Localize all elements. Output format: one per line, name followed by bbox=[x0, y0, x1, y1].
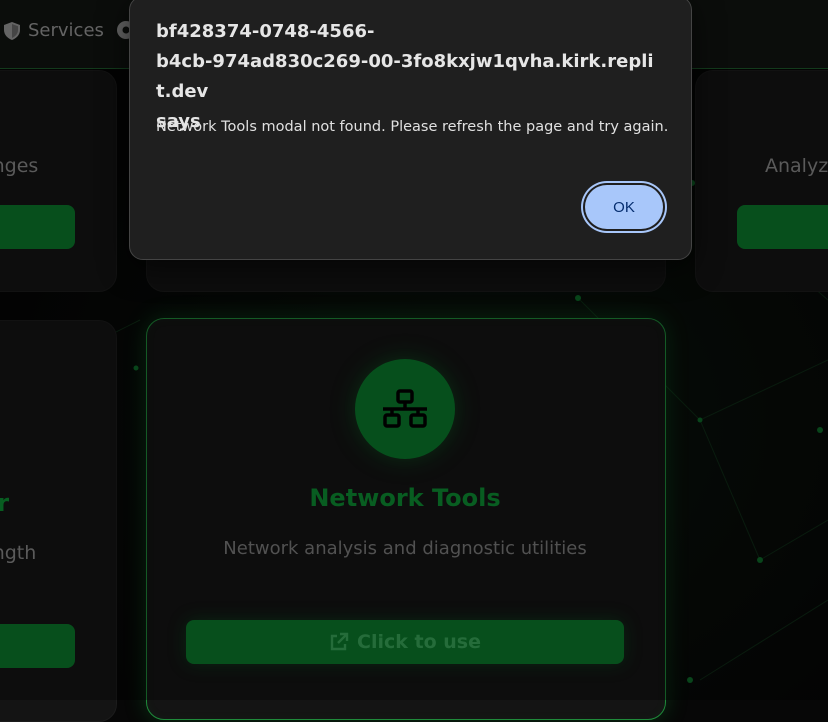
card-use-button[interactable] bbox=[0, 624, 75, 668]
card-use-button[interactable] bbox=[737, 205, 828, 249]
click-to-use-label: Click to use bbox=[357, 631, 481, 653]
card-description: Analyze bbox=[765, 155, 828, 177]
dialog-title-line: bf428374-0748-4566- bbox=[156, 21, 375, 42]
card-description: ength bbox=[0, 542, 37, 564]
dialog-title-line: b4cb-974ad830c269-00-3fo8kxjw1qvha.kirk.… bbox=[156, 51, 654, 102]
card-use-button[interactable] bbox=[0, 205, 75, 249]
tool-title: Network Tools bbox=[309, 484, 501, 512]
shield-icon bbox=[4, 21, 20, 40]
network-tools-icon-circle bbox=[355, 359, 455, 459]
click-to-use-button[interactable]: Click to use bbox=[186, 620, 624, 664]
card-title: er bbox=[0, 489, 10, 517]
network-icon bbox=[383, 389, 427, 428]
tool-description: Network analysis and diagnostic utilitie… bbox=[223, 538, 587, 559]
nav-link-label: Services bbox=[28, 20, 104, 41]
dialog-message: Network Tools modal not found. Please re… bbox=[156, 119, 669, 135]
tool-card-left-bottom: er ength bbox=[0, 320, 117, 722]
ok-button[interactable]: OK bbox=[585, 185, 663, 229]
external-link-icon bbox=[330, 632, 349, 651]
alert-dialog: bf428374-0748-4566- b4cb-974ad830c269-00… bbox=[129, 0, 692, 260]
tool-card-right-top: Analyze bbox=[695, 70, 828, 292]
tool-card-left-top: anges bbox=[0, 70, 117, 292]
nav-link-services[interactable]: Services bbox=[2, 20, 104, 41]
card-description: anges bbox=[0, 155, 39, 177]
